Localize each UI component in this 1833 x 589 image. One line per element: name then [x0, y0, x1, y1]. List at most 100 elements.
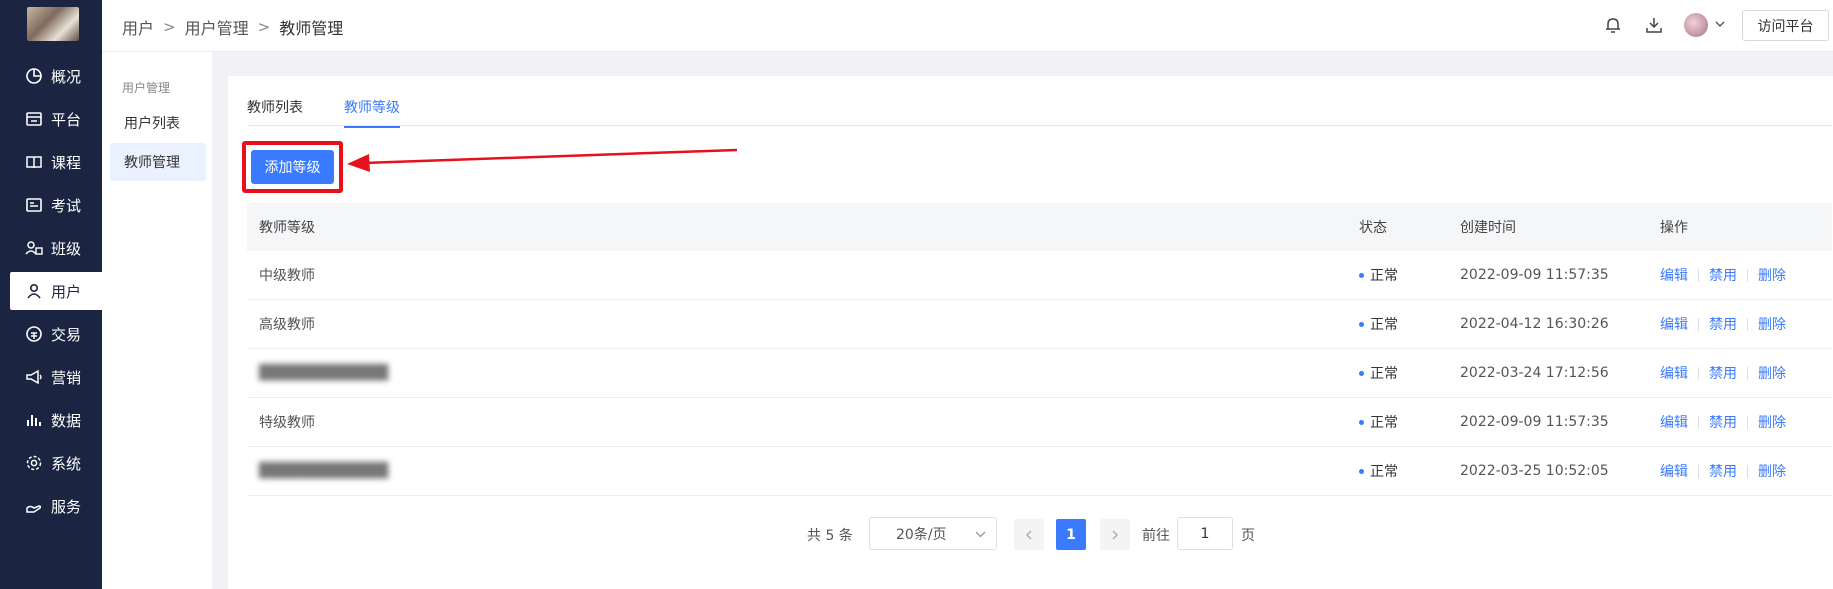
- highlight-box: 添加等级: [242, 141, 343, 193]
- visit-platform-button[interactable]: 访问平台: [1742, 10, 1829, 41]
- status-badge: 正常: [1359, 412, 1398, 432]
- row-actions: 编辑 禁用 删除: [1660, 412, 1786, 432]
- disable-link[interactable]: 禁用: [1709, 314, 1737, 334]
- delete-link[interactable]: 删除: [1758, 265, 1786, 285]
- goto-label: 前往: [1142, 528, 1170, 544]
- disable-link[interactable]: 禁用: [1709, 412, 1737, 432]
- avatar[interactable]: [1684, 13, 1708, 37]
- annotation-arrow-icon: [347, 148, 738, 172]
- nav-item-service[interactable]: 服务: [10, 487, 102, 525]
- goto-unit: 页: [1241, 528, 1255, 544]
- nav-item-system[interactable]: 系统: [10, 444, 102, 482]
- nav-label: 考试: [51, 196, 82, 215]
- nav-item-exam[interactable]: 考试: [10, 186, 102, 224]
- chevron-right-icon: [1112, 530, 1118, 539]
- goto-page-input[interactable]: 1: [1177, 517, 1233, 550]
- table-header: 教师等级 状态 创建时间 操作: [247, 203, 1832, 251]
- nav-item-users[interactable]: 用户: [10, 272, 102, 310]
- status-badge: 正常: [1359, 363, 1398, 383]
- disable-link[interactable]: 禁用: [1709, 265, 1737, 285]
- edit-link[interactable]: 编辑: [1660, 363, 1688, 383]
- prev-page-button[interactable]: [1014, 519, 1044, 550]
- nav-item-overview[interactable]: 概况: [10, 57, 102, 95]
- nav-label: 课程: [51, 153, 82, 172]
- class-icon: [25, 239, 43, 257]
- breadcrumb-item[interactable]: 用户管理: [185, 15, 249, 39]
- exchange-icon: [25, 325, 43, 343]
- disable-link[interactable]: 禁用: [1709, 363, 1737, 383]
- breadcrumb-item[interactable]: 用户: [122, 15, 154, 39]
- table-row: 特级教师 正常 2022-09-09 11:57:35 编辑 禁用 删除: [247, 398, 1832, 447]
- sub-sidebar: 用户管理 用户列表 教师管理: [102, 52, 212, 589]
- created-time: 2022-03-25 10:52:05: [1460, 463, 1609, 479]
- delete-link[interactable]: 删除: [1758, 314, 1786, 334]
- main-sidebar: 概况 平台 课程 考试 班级 用户 交易 营销 数据 系统 服务: [0, 0, 102, 589]
- sub-item-teacher-management[interactable]: 教师管理: [110, 143, 206, 181]
- table-row: ████████████ 正常 2022-03-24 17:12:56 编辑 禁…: [247, 349, 1832, 398]
- edit-link[interactable]: 编辑: [1660, 314, 1688, 334]
- disable-link[interactable]: 禁用: [1709, 461, 1737, 481]
- nav-item-trade[interactable]: 交易: [10, 315, 102, 353]
- created-time: 2022-04-12 16:30:26: [1460, 316, 1609, 332]
- gear-icon: [25, 454, 43, 472]
- add-level-button[interactable]: 添加等级: [251, 150, 334, 184]
- nav-label: 交易: [51, 325, 82, 344]
- table-row: 高级教师 正常 2022-04-12 16:30:26 编辑 禁用 删除: [247, 300, 1832, 349]
- created-time: 2022-09-09 11:57:35: [1460, 267, 1609, 283]
- breadcrumb: 用户 > 用户管理 > 教师管理: [122, 15, 343, 39]
- edit-link[interactable]: 编辑: [1660, 412, 1688, 432]
- nav-item-courses[interactable]: 课程: [10, 143, 102, 181]
- nav-item-class[interactable]: 班级: [10, 229, 102, 267]
- delete-link[interactable]: 删除: [1758, 412, 1786, 432]
- sub-sidebar-title: 用户管理: [122, 81, 171, 95]
- breadcrumb-current: 教师管理: [279, 19, 344, 38]
- nav-label: 用户: [51, 282, 82, 301]
- logo[interactable]: [27, 7, 79, 41]
- service-icon: [25, 497, 43, 515]
- table-row: ████████████ 正常 2022-03-25 10:52:05 编辑 禁…: [247, 447, 1832, 496]
- chevron-down-icon[interactable]: [1714, 18, 1726, 30]
- col-header-level: 教师等级: [259, 220, 315, 236]
- nav-label: 概况: [51, 67, 82, 86]
- edit-link[interactable]: 编辑: [1660, 265, 1688, 285]
- edit-link[interactable]: 编辑: [1660, 461, 1688, 481]
- tab-teacher-list[interactable]: 教师列表: [247, 97, 303, 126]
- nav-label: 班级: [51, 239, 82, 258]
- sub-item-user-list[interactable]: 用户列表: [110, 104, 206, 142]
- book-icon: [25, 153, 43, 171]
- page-size-value: 20条/页: [896, 526, 947, 543]
- page-size-select[interactable]: 20条/页: [869, 517, 997, 550]
- status-badge: 正常: [1359, 461, 1398, 481]
- page-number-current[interactable]: 1: [1056, 519, 1086, 550]
- delete-link[interactable]: 删除: [1758, 461, 1786, 481]
- nav-label: 平台: [51, 110, 82, 129]
- pie-chart-icon: [25, 67, 43, 85]
- top-header: 用户 > 用户管理 > 教师管理 访问平台: [102, 0, 1833, 52]
- nav-item-marketing[interactable]: 营销: [10, 358, 102, 396]
- level-name: 中级教师: [259, 268, 315, 284]
- col-header-created: 创建时间: [1460, 220, 1516, 236]
- megaphone-icon: [25, 368, 43, 386]
- user-icon: [25, 282, 43, 300]
- tab-teacher-level[interactable]: 教师等级: [344, 97, 400, 128]
- col-header-actions: 操作: [1660, 220, 1688, 236]
- chevron-left-icon: [1026, 530, 1032, 539]
- nav-label: 营销: [51, 368, 82, 387]
- store-icon: [25, 110, 43, 128]
- bell-icon[interactable]: [1602, 14, 1624, 36]
- app: 概况 平台 课程 考试 班级 用户 交易 营销 数据 系统 服务 用户 > 用户…: [0, 0, 1833, 589]
- next-page-button[interactable]: [1100, 519, 1130, 550]
- chevron-right-icon: >: [257, 18, 271, 36]
- col-header-status: 状态: [1359, 220, 1387, 236]
- level-name: 高级教师: [259, 317, 315, 333]
- row-actions: 编辑 禁用 删除: [1660, 265, 1786, 285]
- row-actions: 编辑 禁用 删除: [1660, 363, 1786, 383]
- chevron-down-icon: [975, 531, 986, 538]
- row-actions: 编辑 禁用 删除: [1660, 461, 1786, 481]
- row-actions: 编辑 禁用 删除: [1660, 314, 1786, 334]
- nav-item-platform[interactable]: 平台: [10, 100, 102, 138]
- delete-link[interactable]: 删除: [1758, 363, 1786, 383]
- nav-item-data[interactable]: 数据: [10, 401, 102, 439]
- level-name: 特级教师: [259, 415, 315, 431]
- download-icon[interactable]: [1643, 14, 1665, 36]
